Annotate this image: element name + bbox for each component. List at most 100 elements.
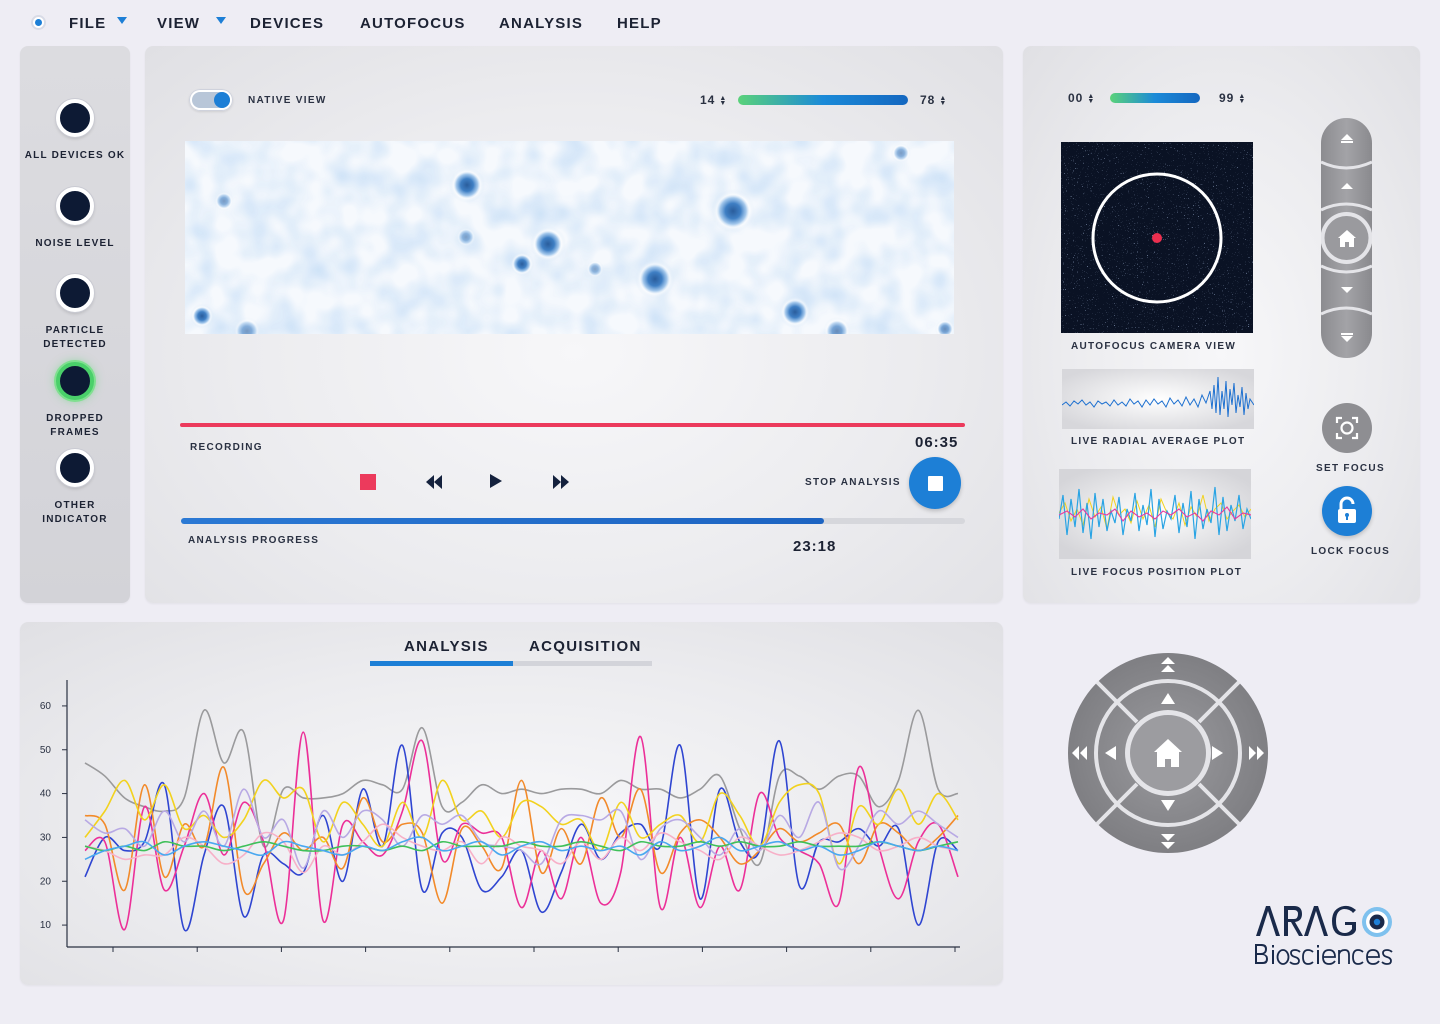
- indicator-label: NOISE LEVEL: [35, 238, 115, 249]
- focus-coarse-down-button[interactable]: [1335, 326, 1359, 350]
- focus-home-button[interactable]: [1334, 226, 1360, 252]
- native-view-label: NATIVE VIEW: [248, 95, 327, 106]
- y-tick-label: 20: [40, 876, 52, 887]
- arrow-left-icon: [1105, 746, 1116, 760]
- indicator-label: PARTICLE DETECTED: [43, 325, 107, 350]
- stop-analysis-label: STOP ANALYSIS: [805, 477, 901, 488]
- set-focus-label: SET FOCUS: [1316, 463, 1385, 474]
- stop-icon: [927, 475, 943, 491]
- y-tick-label: 50: [40, 745, 52, 756]
- stage-fine-up-button[interactable]: [1159, 690, 1177, 706]
- analysis-progress-label: ANALYSIS PROGRESS: [188, 535, 320, 546]
- arago-biosciences-logo: [1255, 905, 1393, 965]
- stage-coarse-right-button[interactable]: [1245, 743, 1267, 763]
- status-indicators-panel: ALL DEVICES OK NOISE LEVEL PARTICLE DETE…: [20, 46, 130, 603]
- home-icon: [1154, 739, 1182, 767]
- focus-target-icon: [1335, 416, 1359, 440]
- focus-position-label: LIVE FOCUS POSITION PLOT: [1071, 567, 1243, 578]
- indicator-all-devices-ok: ALL DEVICES OK: [20, 99, 130, 163]
- af-range-max-stepper[interactable]: 99 ▲ ▼: [1219, 91, 1246, 105]
- native-view-toggle[interactable]: [189, 89, 233, 111]
- double-chevron-down-icon: [1341, 333, 1353, 342]
- stage-coarse-left-button[interactable]: [1069, 743, 1091, 763]
- menu-autofocus[interactable]: AUTOFOCUS: [360, 15, 466, 32]
- intensity-range-bar[interactable]: [738, 95, 908, 105]
- stop-analysis-button[interactable]: [909, 457, 961, 509]
- double-arrow-up-icon: [1161, 657, 1175, 672]
- unlock-icon: [1338, 496, 1356, 523]
- lock-focus-button[interactable]: [1322, 486, 1372, 536]
- indicator-label: ALL DEVICES OK: [24, 150, 126, 161]
- menu-view[interactable]: VIEW: [157, 15, 200, 32]
- double-arrow-down-icon: [1161, 834, 1175, 849]
- arrow-up-icon: [1161, 693, 1175, 704]
- range-min-stepper[interactable]: 14 ▲ ▼: [700, 93, 727, 107]
- series-line-8: [84, 836, 959, 861]
- stage-coarse-up-button[interactable]: [1158, 654, 1178, 676]
- app-status-icon: [31, 15, 46, 30]
- status-light-icon: [56, 274, 94, 312]
- indicator-other: OTHER INDICATOR: [20, 449, 130, 527]
- focus-position-plot: [1059, 469, 1251, 559]
- y-tick-label: 60: [40, 701, 52, 712]
- stage-fine-left-button[interactable]: [1102, 744, 1118, 762]
- chevron-down-icon: [1341, 287, 1353, 293]
- recording-bar: [180, 423, 965, 427]
- stage-fine-down-button[interactable]: [1159, 798, 1177, 814]
- autofocus-camera-view: [1061, 142, 1253, 333]
- menu-devices[interactable]: DEVICES: [250, 15, 324, 32]
- lock-focus-label: LOCK FOCUS: [1311, 546, 1391, 557]
- play-icon[interactable]: [489, 473, 503, 489]
- status-light-icon: [56, 187, 94, 225]
- y-tick-label: 30: [40, 832, 52, 843]
- analysis-progress-bar: [181, 518, 965, 524]
- y-tick-label: 10: [40, 920, 52, 931]
- focus-coarse-up-button[interactable]: [1335, 126, 1359, 150]
- analysis-line-chart: 10 20 30 40 50 60: [40, 680, 960, 952]
- menu-file[interactable]: FILE: [69, 15, 106, 32]
- radial-plot-label: LIVE RADIAL AVERAGE PLOT: [1071, 436, 1246, 447]
- analysis-progress-fill: [181, 518, 824, 524]
- menu-analysis[interactable]: ANALYSIS: [499, 15, 583, 32]
- double-arrow-right-icon: [1249, 746, 1264, 760]
- indicator-dropped-frames: DROPPED FRAMES: [20, 362, 130, 440]
- home-icon: [1338, 230, 1356, 247]
- fast-forward-icon[interactable]: [552, 474, 570, 490]
- y-tick-label: 40: [40, 789, 52, 800]
- set-focus-button[interactable]: [1322, 403, 1372, 453]
- recording-time: 06:35: [915, 434, 959, 451]
- stage-coarse-down-button[interactable]: [1158, 830, 1178, 852]
- indicator-label: OTHER INDICATOR: [42, 500, 108, 525]
- status-light-icon: [56, 449, 94, 487]
- focus-fine-up-button[interactable]: [1335, 174, 1359, 198]
- indicator-noise-level: NOISE LEVEL: [20, 187, 130, 251]
- menu-help[interactable]: HELP: [617, 15, 662, 32]
- recording-label: RECORDING: [190, 442, 263, 453]
- microscope-native-view: [185, 141, 954, 334]
- focus-vertical-control: [1321, 118, 1372, 358]
- status-light-active-icon: [56, 362, 94, 400]
- camera-view-label: AUTOFOCUS CAMERA VIEW: [1071, 341, 1237, 352]
- chevron-down-icon[interactable]: [216, 17, 226, 24]
- stage-home-button[interactable]: [1148, 733, 1188, 773]
- focus-fine-down-button[interactable]: [1335, 278, 1359, 302]
- af-range-min-stepper[interactable]: 00 ▲ ▼: [1068, 91, 1095, 105]
- rewind-icon[interactable]: [425, 474, 443, 490]
- menu-bar: FILE VIEW DEVICES AUTOFOCUS ANALYSIS HEL…: [0, 0, 1440, 46]
- range-max-stepper[interactable]: 78 ▲ ▼: [920, 93, 947, 107]
- stage-fine-right-button[interactable]: [1210, 744, 1226, 762]
- double-chevron-up-icon: [1341, 134, 1353, 143]
- af-range-bar[interactable]: [1110, 93, 1200, 103]
- chevron-up-icon: [1341, 183, 1353, 189]
- chevron-down-icon[interactable]: [117, 17, 127, 24]
- indicator-label: DROPPED FRAMES: [46, 413, 104, 438]
- double-arrow-left-icon: [1072, 746, 1087, 760]
- status-light-icon: [56, 99, 94, 137]
- arrow-right-icon: [1212, 746, 1223, 760]
- analysis-time: 23:18: [793, 538, 837, 555]
- indicator-particle-detected: PARTICLE DETECTED: [20, 274, 130, 352]
- stop-record-button[interactable]: [360, 474, 376, 490]
- radial-average-plot: [1062, 369, 1254, 429]
- arrow-down-icon: [1161, 800, 1175, 811]
- main-view-panel: NATIVE VIEW 14 ▲ ▼ 78 ▲ ▼ RECORDING 06:3…: [145, 46, 1003, 603]
